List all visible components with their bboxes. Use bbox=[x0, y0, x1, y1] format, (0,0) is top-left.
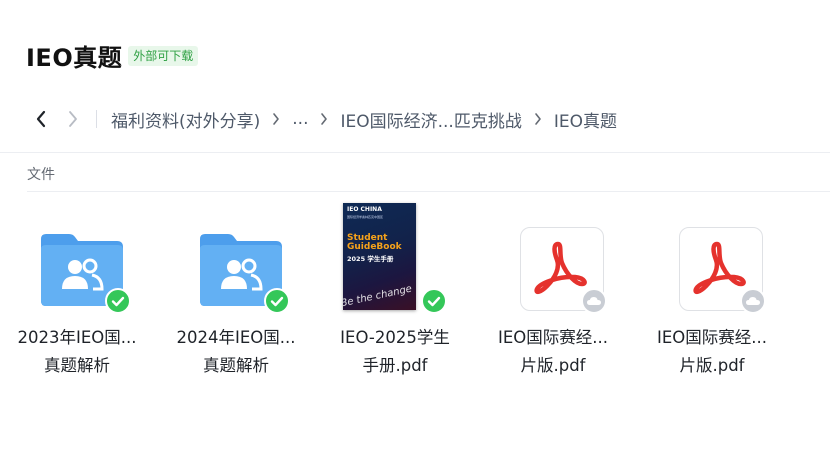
breadcrumb-item-current[interactable]: IEO真题 bbox=[554, 107, 617, 132]
breadcrumb-item-root[interactable]: 福利资料(对外分享) bbox=[111, 107, 260, 132]
cover-heading: Student GuideBook bbox=[347, 233, 402, 252]
cloud-icon bbox=[587, 297, 601, 305]
file-item[interactable]: IEO国际赛经... 片版.pdf bbox=[478, 200, 628, 385]
chevron-right-icon bbox=[69, 111, 77, 127]
breadcrumb: 福利资料(对外分享) ... IEO国际经济...匹克挑战 IEO真题 bbox=[28, 104, 617, 134]
breadcrumb-divider bbox=[96, 110, 97, 128]
download-badge: 外部可下载 bbox=[128, 45, 199, 66]
synced-status bbox=[105, 288, 131, 314]
cloud-icon bbox=[746, 297, 760, 305]
forward-button[interactable] bbox=[60, 104, 86, 134]
file-item[interactable]: 2024年IEO国... 真题解析 bbox=[161, 200, 311, 385]
file-grid: 2023年IEO国... 真题解析 2024年IEO国... 真题解析 IEO … bbox=[0, 200, 830, 390]
file-name: IEO国际赛经... 片版.pdf bbox=[497, 328, 608, 375]
back-button[interactable] bbox=[28, 104, 54, 134]
file-name: 2024年IEO国... 真题解析 bbox=[176, 328, 296, 375]
synced-status bbox=[421, 288, 447, 314]
file-name: 2023年IEO国... 真题解析 bbox=[17, 328, 137, 375]
file-name: IEO-2025学生 手册.pdf bbox=[340, 328, 450, 375]
check-icon bbox=[427, 296, 441, 307]
page-title: IEO真题 bbox=[26, 44, 123, 72]
cover-subtitle: 国际经济学奥林匹克中国区 bbox=[347, 215, 384, 219]
chevron-right-icon bbox=[273, 113, 280, 125]
cloud-status bbox=[581, 288, 607, 314]
chevron-left-icon bbox=[36, 110, 46, 128]
breadcrumb-item-ellipsis[interactable]: ... bbox=[292, 109, 308, 129]
file-name: IEO国际赛经... 片版.pdf bbox=[656, 328, 767, 375]
cover-brand: IEO CHINA bbox=[347, 206, 382, 213]
cover-script: Be the change bbox=[343, 283, 414, 310]
file-item[interactable]: IEO CHINA 国际经济学奥林匹克中国区 Student GuideBook… bbox=[320, 200, 470, 385]
section-label-files: 文件 bbox=[27, 167, 55, 183]
section-divider bbox=[27, 191, 830, 192]
file-item[interactable]: IEO国际赛经... 片版.pdf bbox=[637, 200, 787, 385]
page-header: IEO真题 外部可下载 bbox=[26, 38, 199, 73]
synced-status bbox=[264, 288, 290, 314]
cover-heading-cn: 2025 学生手册 bbox=[347, 255, 394, 263]
chevron-right-icon bbox=[535, 113, 541, 125]
cloud-status bbox=[740, 288, 766, 314]
check-icon bbox=[111, 296, 125, 307]
breadcrumb-item-parent[interactable]: IEO国际经济...匹克挑战 bbox=[340, 107, 521, 132]
file-item[interactable]: 2023年IEO国... 真题解析 bbox=[2, 200, 152, 385]
check-icon bbox=[270, 296, 284, 307]
pdf-cover-thumbnail: IEO CHINA 国际经济学奥林匹克中国区 Student GuideBook… bbox=[343, 203, 416, 310]
chevron-right-icon bbox=[321, 113, 328, 125]
